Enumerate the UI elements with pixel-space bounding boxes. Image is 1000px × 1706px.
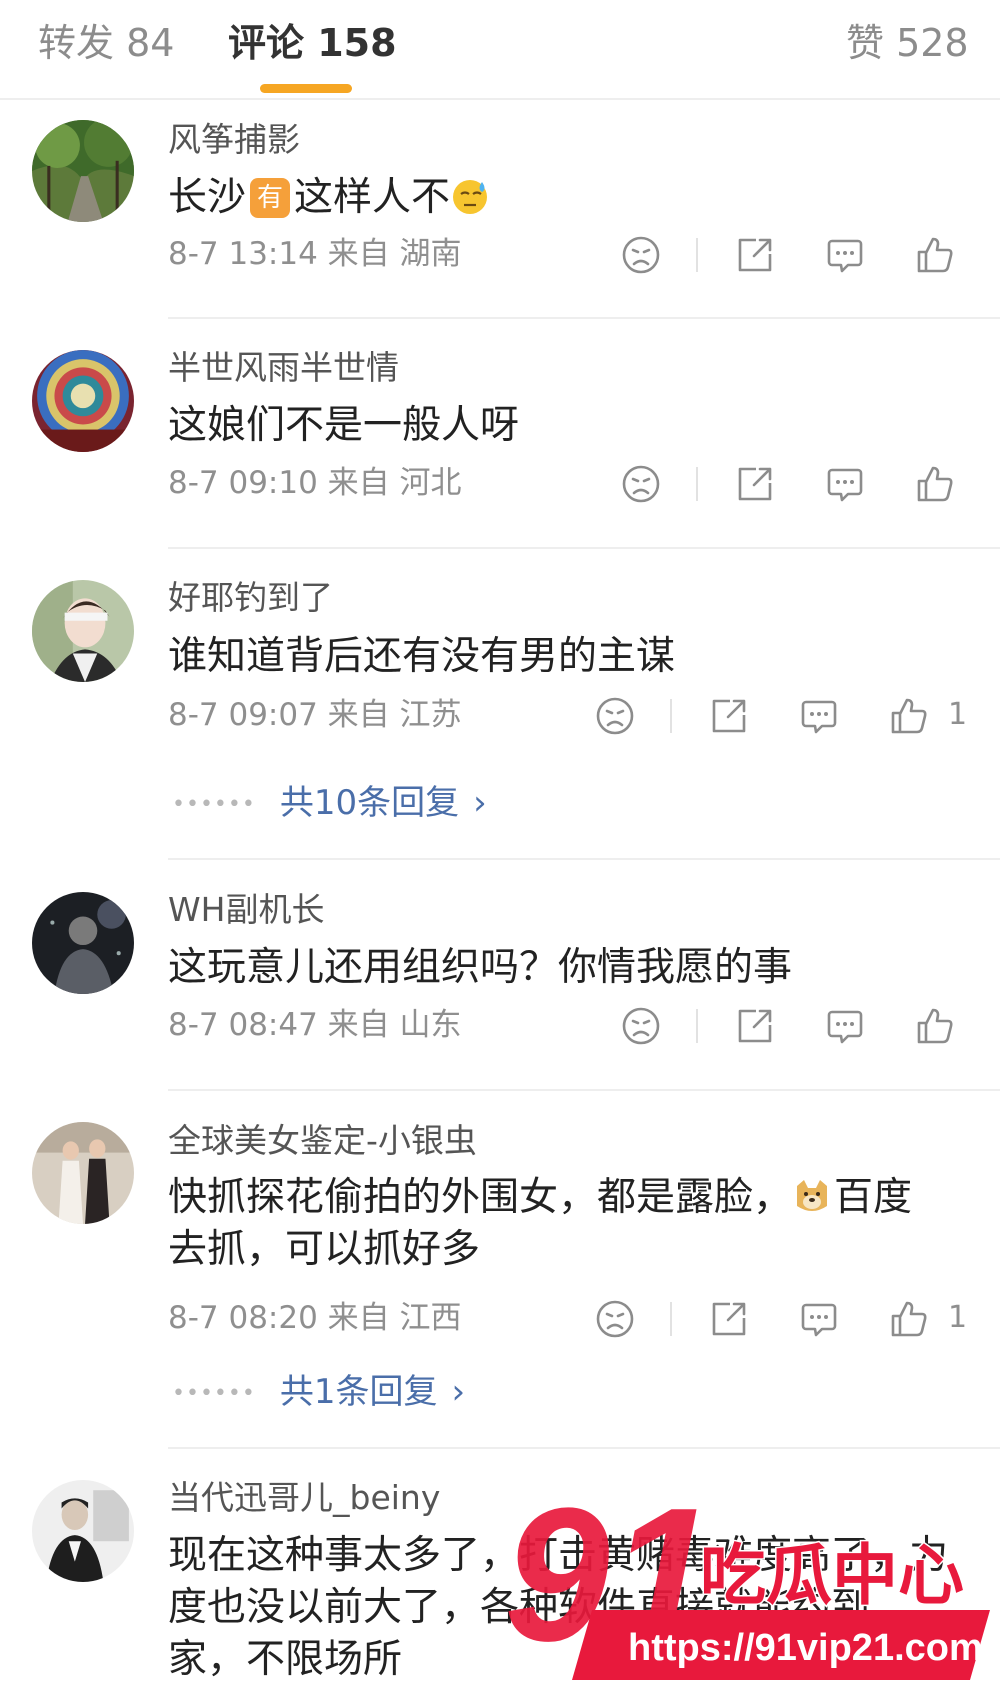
comment-meta: 8-7 09:10 来自 河北 (168, 465, 462, 501)
chevron-right-icon: › (473, 783, 487, 823)
active-tab-indicator (260, 84, 352, 93)
comment-text: 谁知道背后还有没有男的主谋 (168, 634, 676, 679)
avatar[interactable] (32, 120, 134, 222)
thumbs-up-icon[interactable] (888, 1298, 930, 1340)
avatar[interactable] (32, 350, 134, 452)
avatar[interactable] (32, 580, 134, 682)
comment-actions (620, 463, 980, 513)
comment-bubble-icon[interactable] (824, 1005, 866, 1047)
dislike-face-icon[interactable] (594, 1298, 636, 1340)
comment-username[interactable]: 全球美女鉴定-小银虫 (168, 1121, 477, 1161)
dislike-face-icon[interactable] (620, 234, 662, 276)
tab-likes[interactable]: 赞 528 (846, 20, 969, 66)
share-icon[interactable] (708, 695, 750, 737)
comment-username[interactable]: WH副机长 (168, 890, 324, 930)
site-watermark: 91 吃瓜中心 https://91vip21.com (500, 1469, 1000, 1706)
comment-text: 长沙有这样人不 (168, 172, 968, 224)
avatar[interactable] (32, 1480, 134, 1582)
comment-meta: 8-7 09:07 来自 江苏 (168, 697, 462, 733)
comment-divider (168, 858, 1000, 860)
comment-divider (168, 547, 1000, 549)
comment-text: 这玩意儿还用组织吗？你情我愿的事 (168, 945, 793, 990)
action-separator (696, 238, 698, 272)
comment-username[interactable]: 半世风雨半世情 (168, 348, 399, 388)
comment-meta: 8-7 08:47 来自 山东 (168, 1007, 462, 1043)
dislike-face-icon[interactable] (620, 463, 662, 505)
share-icon[interactable] (708, 1298, 750, 1340)
comment-text-part: 长沙 (168, 175, 247, 220)
like-count: 1 (948, 697, 968, 732)
replies-dots: •••••• (172, 1380, 256, 1406)
avatar[interactable] (32, 1122, 134, 1224)
comment-username[interactable]: 风筝捕影 (168, 120, 300, 160)
comment-divider (168, 317, 1000, 319)
dislike-face-icon[interactable] (620, 1005, 662, 1047)
watermark-logo-text: 吃瓜中心 (700, 1537, 964, 1614)
avatar[interactable] (32, 892, 134, 994)
thumbs-up-icon[interactable] (888, 695, 930, 737)
replies-dots: •••••• (172, 791, 256, 817)
comment-meta: 8-7 08:20 来自 江西 (168, 1300, 462, 1336)
comment-bubble-icon[interactable] (798, 1298, 840, 1340)
thumbs-up-icon[interactable] (914, 1005, 956, 1047)
comment-actions (620, 234, 980, 284)
comment-actions (620, 1005, 980, 1055)
replies-label: 共1条回复 (279, 1372, 438, 1412)
comment-text-part: 去抓，可以抓好多 (168, 1227, 481, 1272)
comment-text: 这娘们不是一般人呀 (168, 403, 520, 448)
watermark-url: https://91vip21.com (628, 1627, 983, 1669)
tab-repost[interactable]: 转发 84 (38, 20, 174, 66)
chevron-right-icon: › (451, 1372, 466, 1412)
view-replies-link[interactable]: •••••• 共10条回复 › (172, 783, 487, 825)
view-replies-link[interactable]: •••••• 共1条回复 › (172, 1372, 465, 1414)
comment-actions: 1 (594, 1298, 980, 1348)
doge-emoji-icon (792, 1176, 832, 1216)
comment-divider (168, 1089, 1000, 1091)
replies-label: 共10条回复 (279, 783, 460, 823)
action-separator (670, 1302, 672, 1336)
comment-divider (168, 1447, 1000, 1449)
comment-text: 快抓探花偷拍的外围女，都是露脸， 百度 去抓，可以抓好多 (168, 1172, 968, 1276)
comment-bubble-icon[interactable] (798, 695, 840, 737)
comment-username[interactable]: 好耶钓到了 (168, 578, 333, 618)
comment-text-part: 百度 (834, 1175, 913, 1220)
comment-text-part: 这样人不 (294, 175, 451, 220)
comment-tabs: 转发 84 评论 158 赞 528 (0, 0, 1000, 100)
sweat-emoji-icon (450, 176, 490, 216)
thumbs-up-icon[interactable] (914, 234, 956, 276)
you-badge-icon: 有 (250, 178, 291, 218)
tab-comments[interactable]: 评论 158 (228, 20, 397, 66)
comment-bubble-icon[interactable] (824, 463, 866, 505)
comment-text-part: 快抓探花偷拍的外围女，都是露脸， (168, 1175, 793, 1220)
share-icon[interactable] (734, 463, 776, 505)
action-separator (696, 1009, 698, 1043)
action-separator (696, 467, 698, 501)
comment-username[interactable]: 当代迅哥儿_beiny (168, 1478, 440, 1518)
share-icon[interactable] (734, 234, 776, 276)
dislike-face-icon[interactable] (594, 695, 636, 737)
like-count: 1 (948, 1300, 968, 1335)
comment-bubble-icon[interactable] (824, 234, 866, 276)
comment-meta: 8-7 13:14 来自 湖南 (168, 236, 462, 272)
comment-text-part: 家，不限场所 (168, 1637, 403, 1682)
thumbs-up-icon[interactable] (914, 463, 956, 505)
watermark-logo: 91 吃瓜中心 https://91vip21.com (504, 1469, 990, 1681)
action-separator (670, 699, 672, 733)
comment-actions: 1 (594, 695, 980, 745)
share-icon[interactable] (734, 1005, 776, 1047)
